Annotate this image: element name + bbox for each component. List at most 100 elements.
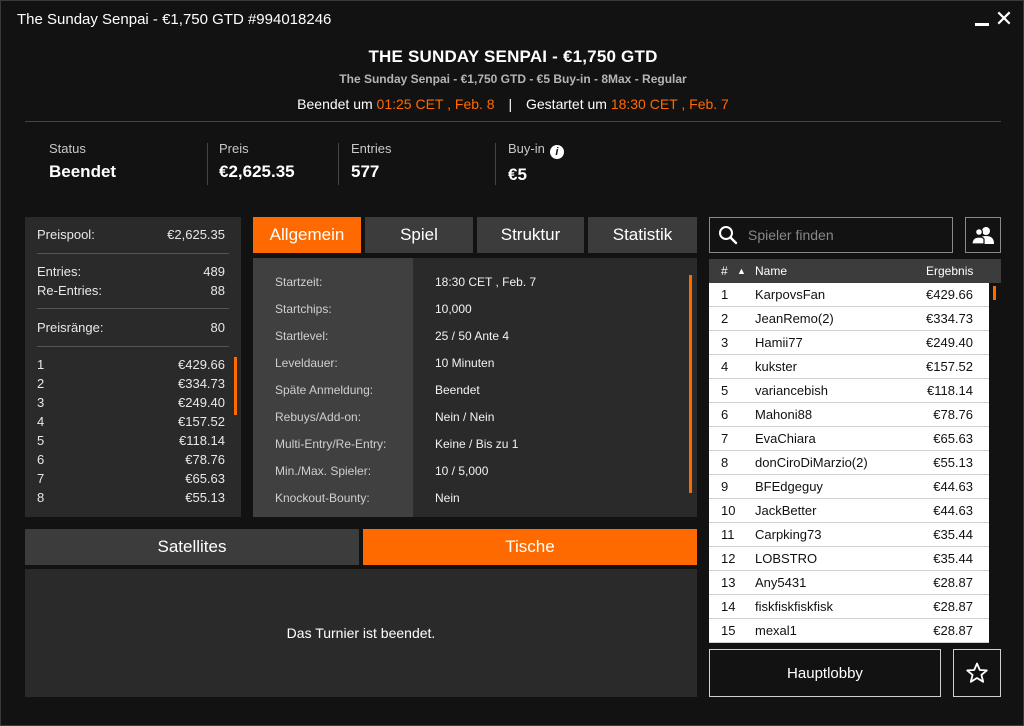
player-row[interactable]: 9 BFEdgeguy €44.63 <box>709 475 989 499</box>
search-icon <box>719 226 738 245</box>
player-rank: 3 <box>721 335 729 350</box>
players-scrollbar[interactable] <box>993 286 996 300</box>
player-row[interactable]: 6 Mahoni88 €78.76 <box>709 403 989 427</box>
tab-struktur[interactable]: Struktur <box>477 217 584 253</box>
payout-row: 8 €55.13 <box>37 490 225 505</box>
name-column-header[interactable]: Name <box>755 264 787 278</box>
info-icon[interactable]: i <box>549 145 564 159</box>
started-label: Gestartet um <box>526 96 607 112</box>
ranks-row: Preisränge: 80 <box>37 320 225 335</box>
payout-rank: 3 <box>37 395 45 410</box>
favorite-button[interactable] <box>953 649 1001 697</box>
player-rank: 7 <box>721 431 729 446</box>
result-column-header[interactable]: Ergebnis <box>926 264 973 278</box>
player-name: variancebish <box>755 383 828 398</box>
player-name: mexal1 <box>755 623 797 638</box>
player-row[interactable]: 11 Carpking73 €35.44 <box>709 523 989 547</box>
player-result: €429.66 <box>926 287 973 302</box>
main-lobby-button[interactable]: Hauptlobby <box>709 649 941 697</box>
reentries-label: Re-Entries: <box>37 283 103 298</box>
player-result: €249.40 <box>926 335 973 350</box>
info-scrollbar[interactable] <box>689 275 692 493</box>
tournament-title: THE SUNDAY SENPAI - €1,750 GTD <box>368 47 658 66</box>
player-result: €334.73 <box>926 311 973 326</box>
payout-prize: €118.14 <box>178 433 225 448</box>
rank-column-header[interactable]: # <box>721 264 728 278</box>
payout-rank: 4 <box>37 414 45 429</box>
info-label: Späte Anmeldung: <box>275 383 374 397</box>
player-row[interactable]: 14 fiskfiskfiskfisk €28.87 <box>709 595 989 619</box>
prizepool-value: €2,625.35 <box>167 227 225 242</box>
tab-allgemein[interactable]: Allgemein <box>253 217 361 253</box>
prizepool-divider <box>37 346 229 347</box>
info-value: Nein <box>435 491 460 505</box>
search-input[interactable] <box>748 227 938 243</box>
info-value: 10,000 <box>435 302 472 316</box>
player-result: €28.87 <box>933 599 973 614</box>
sort-ascending-icon[interactable]: ▲ <box>737 266 746 276</box>
info-value: 10 / 5,000 <box>435 464 489 478</box>
stats-row: Status Beendet Preis €2,625.35 Entries 5… <box>25 131 1001 191</box>
payout-rank: 6 <box>37 452 45 467</box>
times-separator: | <box>508 96 513 112</box>
player-name: LOBSTRO <box>755 551 818 566</box>
prizepool-divider <box>37 308 229 309</box>
player-row[interactable]: 5 variancebish €118.14 <box>709 379 989 403</box>
player-name: KarpovsFan <box>755 287 826 302</box>
player-name: kukster <box>755 359 797 374</box>
player-row[interactable]: 4 kukster €157.52 <box>709 355 989 379</box>
tournament-lobby-window: The Sunday Senpai - €1,750 GTD #99401824… <box>0 0 1024 726</box>
payout-prize: €157.52 <box>178 414 225 429</box>
entries-row: Entries: 489 <box>37 264 225 279</box>
tournament-header: THE SUNDAY SENPAI - €1,750 GTD The Sunda… <box>25 39 1001 112</box>
players-table-header: # ▲ Name Ergebnis <box>709 259 1001 283</box>
stat-label-wrap: Buy-in i <box>508 141 564 159</box>
tournament-subtitle: The Sunday Senpai - €1,750 GTD - €5 Buy-… <box>339 72 687 86</box>
player-rank: 9 <box>721 479 729 494</box>
info-value: Nein / Nein <box>435 410 495 424</box>
player-row[interactable]: 15 mexal1 €28.87 <box>709 619 989 643</box>
payout-prize: €249.40 <box>178 395 225 410</box>
minimize-icon[interactable] <box>971 8 993 30</box>
player-name: fiskfiskfiskfisk <box>755 599 833 614</box>
player-row[interactable]: 10 JackBetter €44.63 <box>709 499 989 523</box>
entries-label: Entries: <box>37 264 82 279</box>
header-divider <box>25 121 1001 122</box>
player-result: €44.63 <box>933 503 973 518</box>
player-row[interactable]: 7 EvaChiara €65.63 <box>709 427 989 451</box>
payout-row: 1 €429.66 <box>37 357 225 372</box>
payout-scrollbar[interactable] <box>234 357 237 415</box>
prizepool-panel: Preispool: €2,625.35 Entries: 489 Re-Ent… <box>25 217 241 517</box>
tab-statistik[interactable]: Statistik <box>588 217 697 253</box>
player-name: Any5431 <box>755 575 807 590</box>
player-row[interactable]: 3 Hamii77 €249.40 <box>709 331 989 355</box>
ranks-label: Preisränge: <box>37 320 104 335</box>
stat-prize: Preis €2,625.35 <box>219 141 295 187</box>
ended-label: Beendet um <box>297 96 373 112</box>
prizepool-label: Preispool: <box>37 227 95 242</box>
stat-label: Status <box>49 141 86 156</box>
payout-rank: 1 <box>37 357 45 372</box>
player-search[interactable] <box>709 217 953 253</box>
reentries-row: Re-Entries: 88 <box>37 283 225 298</box>
tab-satellites[interactable]: Satellites <box>25 529 359 565</box>
tournament-times: Beendet um 01:25 CET , Feb. 8 | Gestarte… <box>25 96 1001 112</box>
player-result: €44.63 <box>933 479 973 494</box>
player-row[interactable]: 8 donCiroDiMarzio(2) €55.13 <box>709 451 989 475</box>
players-button[interactable] <box>965 217 1001 253</box>
player-rank: 6 <box>721 407 729 422</box>
payout-row: 4 €157.52 <box>37 414 225 429</box>
player-row[interactable]: 2 JeanRemo(2) €334.73 <box>709 307 989 331</box>
player-row[interactable]: 1 KarpovsFan €429.66 <box>709 283 989 307</box>
player-row[interactable]: 13 Any5431 €28.87 <box>709 571 989 595</box>
player-row[interactable]: 12 LOBSTRO €35.44 <box>709 547 989 571</box>
info-label: Min./Max. Spieler: <box>275 464 372 478</box>
tab-tische[interactable]: Tische <box>363 529 697 565</box>
player-name: JackBetter <box>755 503 817 518</box>
close-icon[interactable]: ✕ <box>993 8 1015 30</box>
player-rank: 2 <box>721 311 729 326</box>
info-value: 10 Minuten <box>435 356 495 370</box>
player-rank: 5 <box>721 383 729 398</box>
player-result: €157.52 <box>926 359 973 374</box>
tab-spiel[interactable]: Spiel <box>365 217 473 253</box>
